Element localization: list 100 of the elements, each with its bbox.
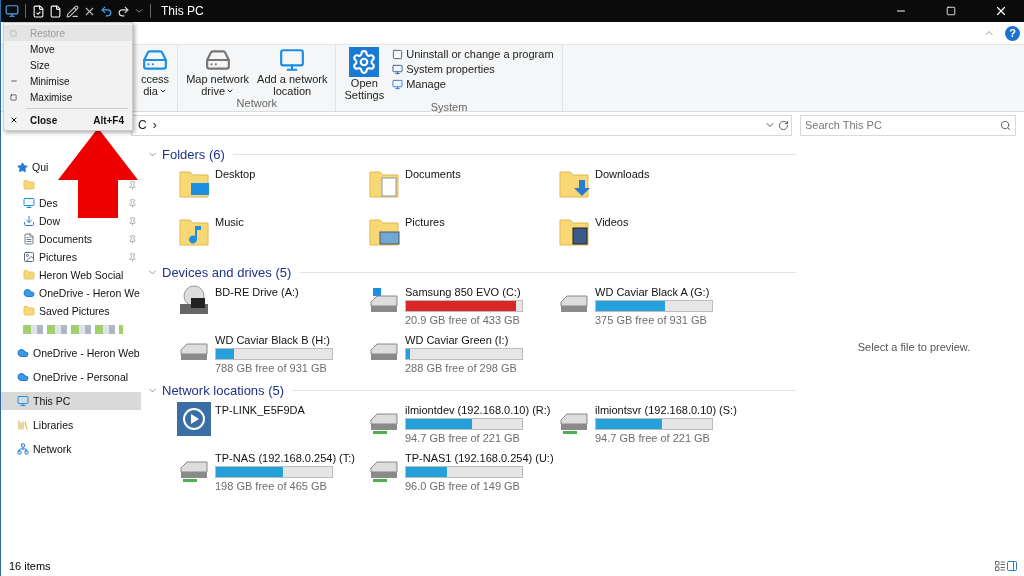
sidebar-item[interactable]: Dow	[1, 212, 141, 230]
free-space: 96.0 GB free of 149 GB	[405, 480, 521, 492]
drive-item[interactable]: WD Caviar Black B (H:) 788 GB free of 931 GB	[177, 330, 367, 376]
ribbon-button[interactable]: System properties	[390, 62, 556, 76]
undo-icon[interactable]	[100, 4, 113, 18]
ribbon-button[interactable]: Open Settings	[342, 47, 387, 101]
caret-icon[interactable]	[134, 6, 144, 16]
item-name: WD Caviar Black B (H:)	[215, 334, 331, 346]
monitor-icon	[392, 63, 404, 75]
search-field[interactable]: Search This PC	[800, 114, 1016, 136]
free-space: 94.7 GB free of 221 GB	[595, 432, 711, 444]
library-icon	[17, 419, 29, 431]
drive-item[interactable]: TP-NAS1 (192.168.0.254) (U:) 96.0 GB free of 149 GB	[367, 448, 557, 494]
drive-item[interactable]: ilmiontsvr (192.168.0.10) (S:) 94.7 GB free of 221 GB	[557, 400, 747, 446]
sidebar-item[interactable]: OneDrive - Heron Web	[1, 344, 144, 362]
redo-icon[interactable]	[117, 4, 130, 18]
ribbon-button[interactable]: Uninstall or change a program	[390, 47, 556, 61]
drive-item[interactable]: TP-LINK_E5F9DA	[177, 400, 367, 446]
drive-item[interactable]: Music	[177, 212, 367, 258]
sidebar-item[interactable]: Des	[1, 194, 141, 212]
drive-item[interactable]: WD Caviar Black A (G:) 375 GB free of 931 GB	[557, 282, 747, 328]
sidebar-item[interactable]: Network	[1, 440, 76, 458]
breadcrumb[interactable]: C	[138, 118, 147, 132]
monitor-icon[interactable]	[5, 4, 19, 18]
minimise-icon	[10, 77, 18, 85]
refresh-icon[interactable]	[778, 119, 789, 131]
search-icon[interactable]	[1000, 119, 1011, 131]
menu-item[interactable]: Minimise	[4, 73, 132, 89]
folder-icon	[23, 269, 35, 281]
monitor-icon	[279, 47, 306, 73]
drive-item[interactable]: ilmiontdev (192.168.0.10) (R:) 94.7 GB free of 221 GB	[367, 400, 557, 446]
drive-item[interactable]: TP-NAS (192.168.0.254) (T:) 198 GB free of 465 GB	[177, 448, 367, 494]
breadcrumb-separator[interactable]: ›	[152, 118, 157, 132]
new-file-icon[interactable]	[49, 4, 62, 18]
sidebar-label: OneDrive - Personal	[33, 371, 129, 383]
drive-item[interactable]: Samsung 850 EVO (C:) 20.9 GB free of 433 GB	[367, 282, 557, 328]
sidebar-item[interactable]: Documents	[1, 230, 141, 248]
sidebar-item[interactable]: Saved Pictures	[1, 302, 114, 320]
free-space: 198 GB free of 465 GB	[215, 480, 328, 492]
sidebar-item[interactable]: Pictures	[1, 248, 141, 266]
ribbon-button[interactable]: Add a network location	[255, 47, 330, 97]
maximise-icon	[10, 93, 17, 101]
sidebar-item[interactable]: This PC	[1, 392, 141, 410]
menu-item[interactable]: Move	[4, 41, 132, 57]
drive-item[interactable]: Downloads	[557, 164, 747, 210]
drive-item[interactable]: Videos	[557, 212, 747, 258]
close-icon	[994, 4, 1008, 18]
details-view-icon[interactable]	[994, 560, 1006, 572]
item-name: WD Caviar Black A (G:)	[595, 286, 711, 298]
item-name: BD-RE Drive (A:)	[215, 286, 299, 298]
group-title[interactable]: Folders (6)	[162, 146, 225, 162]
menu-item[interactable]: Maximise	[4, 89, 132, 105]
item-name: TP-NAS1 (192.168.0.254) (U:)	[405, 452, 554, 464]
group-title[interactable]: Devices and drives (5)	[162, 264, 292, 280]
drive-item[interactable]: Documents	[367, 164, 557, 210]
ribbon-button[interactable]: Manage	[390, 77, 556, 91]
address-bar[interactable]: C ›	[131, 114, 792, 136]
ribbon-button[interactable]: Map network drive	[184, 47, 252, 97]
preview-message: Select a file to preview.	[857, 341, 971, 353]
sidebar-item[interactable]: Qui	[1, 158, 53, 176]
item-name: Videos	[595, 216, 629, 228]
cloud-icon	[17, 347, 29, 359]
group-label: System	[430, 101, 468, 113]
properties-icon[interactable]	[32, 4, 45, 18]
cloud-icon	[17, 371, 29, 383]
item-name: ilmiontdev (192.168.0.10) (R:)	[405, 404, 551, 416]
rename-icon[interactable]	[66, 4, 79, 18]
sidebar-label: Documents	[39, 233, 94, 245]
sidebar-label: Saved Pictures	[39, 305, 110, 317]
star-icon	[17, 161, 28, 173]
sidebar-item[interactable]: OneDrive - Heron We	[1, 284, 144, 302]
free-space: 788 GB free of 931 GB	[215, 362, 328, 374]
ribbon-button[interactable]: ccess dia	[139, 47, 172, 111]
menu-item[interactable]: Size	[4, 57, 132, 73]
sidebar-label: Des	[39, 197, 59, 209]
group-title[interactable]: Network locations (5)	[162, 382, 285, 398]
item-name: Music	[215, 216, 244, 228]
sidebar-item[interactable]: Libraries	[1, 416, 78, 434]
sidebar-item[interactable]: Heron Web Social	[1, 266, 128, 284]
play-icon	[177, 402, 211, 436]
menu-item[interactable]: Close Alt+F4	[4, 112, 132, 128]
folder-icon	[23, 305, 35, 317]
item-name: Downloads	[595, 168, 650, 180]
sidebar-label: OneDrive - Heron Web	[33, 347, 140, 359]
media-icon	[142, 47, 169, 73]
sidebar-label: This PC	[33, 395, 72, 407]
item-name: Documents	[405, 168, 461, 180]
drive-item[interactable]: Pictures	[367, 212, 557, 258]
item-count: 16 items	[9, 560, 51, 572]
folder-icon	[23, 179, 35, 191]
item-name: Samsung 850 EVO (C:)	[405, 286, 522, 298]
drive-item[interactable]: BD-RE Drive (A:)	[177, 282, 367, 328]
sidebar-label: Network	[33, 443, 72, 455]
item-name: Desktop	[215, 168, 256, 180]
help-button[interactable]: ?	[1005, 25, 1020, 41]
restore-icon	[10, 29, 17, 37]
preview-view-icon[interactable]	[1006, 560, 1018, 572]
sidebar-item[interactable]: OneDrive - Personal	[1, 368, 133, 386]
drive-item[interactable]: Desktop	[177, 164, 367, 210]
drive-item[interactable]: WD Caviar Green (I:) 288 GB free of 298 GB	[367, 330, 557, 376]
